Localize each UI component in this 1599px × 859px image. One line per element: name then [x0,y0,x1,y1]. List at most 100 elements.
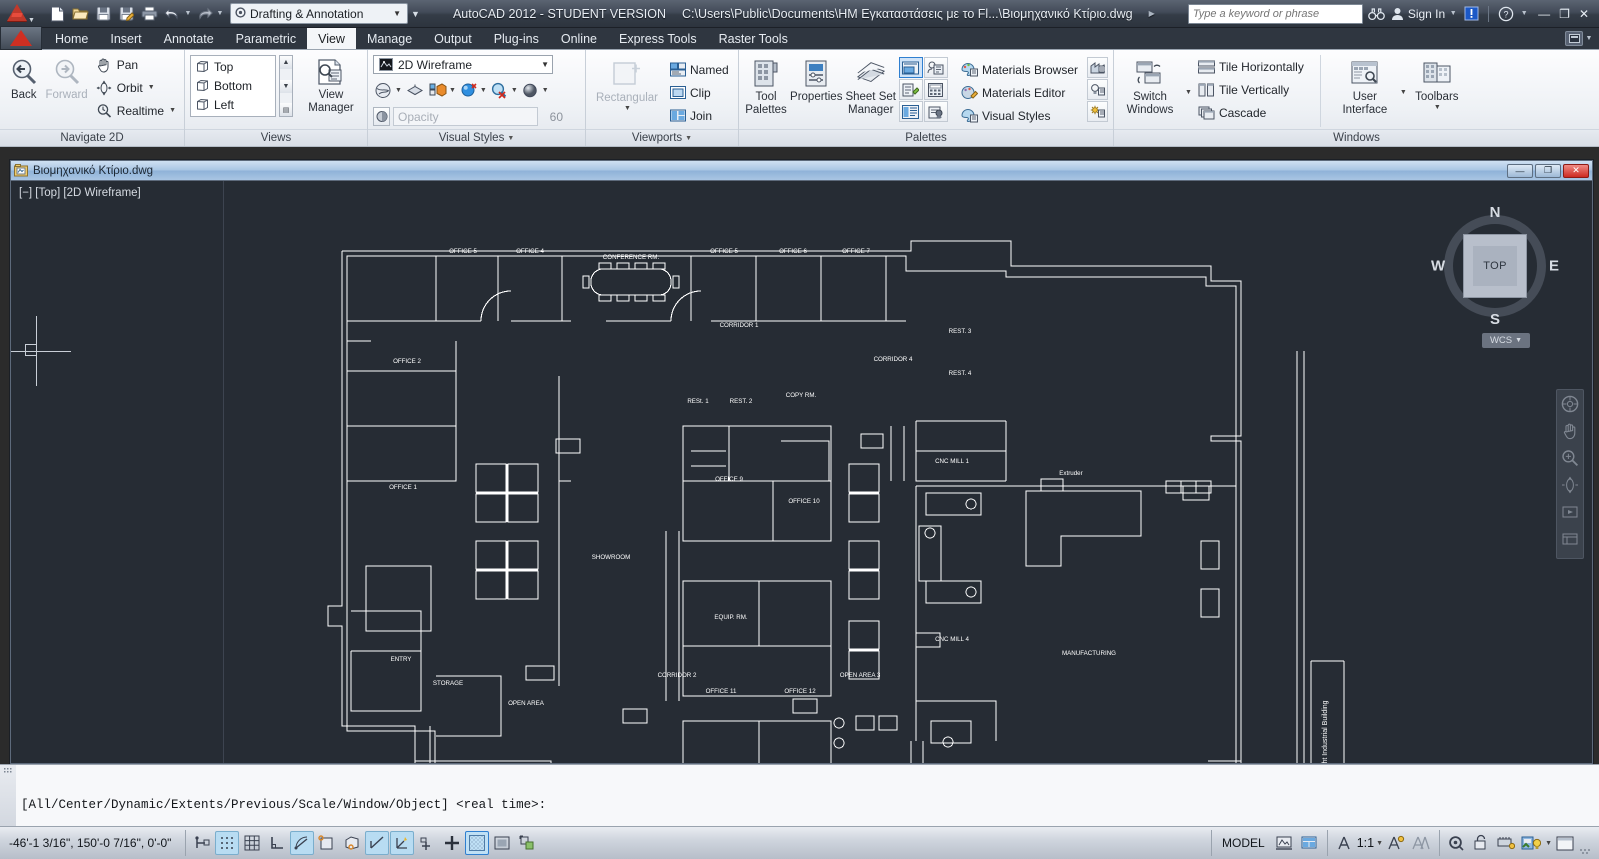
scroll-up-icon[interactable]: ▲ [280,56,292,69]
chevron-down-icon[interactable]: ▼ [507,135,514,142]
rectangular-viewport-button[interactable]: Rectangular ▼ [591,56,663,112]
materials-editor-button[interactable]: Materials Editor [958,81,1081,104]
chevron-down-icon[interactable]: ▼ [624,105,631,112]
join-viewports-button[interactable]: Join [666,104,732,127]
tab-manage[interactable]: Manage [356,28,423,49]
command-line-grip[interactable] [0,765,16,826]
sheet-set-manager-button[interactable]: Sheet Set Manager [844,55,897,116]
view-item-left[interactable]: Left [191,95,275,114]
external-references-button[interactable] [898,57,923,78]
orbit-button[interactable]: Orbit ▼ [93,76,179,99]
view-cube-top-face[interactable]: TOP [1463,234,1527,298]
chevron-down-icon[interactable]: ▼ [685,135,692,142]
chevron-down-icon[interactable]: ▼ [542,87,549,94]
compass-west-label[interactable]: W [1431,258,1445,275]
switch-windows-button[interactable]: Switch Windows [1119,55,1181,116]
chevron-down-icon[interactable]: ▼ [1585,35,1593,42]
chevron-down-icon[interactable]: ▼ [1400,89,1407,96]
open-file-button[interactable] [69,3,91,25]
chevron-down-icon[interactable]: ▼ [1434,104,1441,111]
redo-dropdown-icon[interactable]: ▼ [216,10,224,17]
tile-horizontally-button[interactable]: Tile Horizontally [1195,55,1307,78]
plot-button[interactable] [138,3,160,25]
coordinate-display[interactable]: -46'-1 3/16", 150'-0 7/16", 0'-0" [3,831,183,855]
pan-button[interactable]: Pan [93,53,179,76]
cascade-button[interactable]: Cascade [1195,101,1307,124]
command-line-window[interactable]: [All/Center/Dynamic/Extents/Previous/Sca… [0,764,1599,857]
save-file-button[interactable] [92,3,114,25]
model-space-button[interactable] [1272,831,1296,855]
visual-styles-palette-button[interactable]: Visual Styles [958,104,1081,127]
close-button[interactable]: ✕ [1579,7,1589,21]
sign-in-dropdown-icon[interactable]: ▼ [1449,10,1457,17]
tab-plug-ins[interactable]: Plug-ins [483,28,550,49]
opacity-field[interactable]: Opacity [393,107,538,126]
view-manager-button[interactable]: View Manager [300,53,362,114]
advanced-render-settings-button[interactable] [1087,57,1108,78]
drawing-close-button[interactable]: ✕ [1563,163,1589,178]
named-viewports-button[interactable]: Named [666,58,732,81]
view-cube[interactable]: N S W E TOP [1431,204,1559,328]
tab-online[interactable]: Online [550,28,608,49]
show-lineweight-toggle[interactable] [465,831,489,855]
clean-screen-toggle[interactable] [1553,831,1577,855]
infer-constraints-toggle[interactable] [190,831,214,855]
polar-tracking-toggle[interactable] [290,831,314,855]
dbconnect-button[interactable] [923,57,948,78]
hardware-acceleration-icon[interactable] [1494,831,1518,855]
quick-calc-button[interactable] [923,79,948,100]
tab-insert[interactable]: Insert [99,28,152,49]
layout-space-button[interactable] [1297,831,1321,855]
views-list-scrollbar[interactable]: ▲ ▼ ▤ [279,55,293,117]
object-snap-toggle[interactable] [315,831,339,855]
alert-icon[interactable] [1461,4,1481,24]
chevron-down-icon[interactable]: ▼ [449,87,456,94]
ucs-selector[interactable]: WCS ▼ [1482,333,1530,348]
sun-properties-button[interactable] [1087,101,1108,122]
properties-button[interactable]: Properties [790,55,842,103]
drawing-minimize-button[interactable]: — [1507,163,1533,178]
search-input[interactable] [1192,7,1358,20]
auto-scale-toggle[interactable] [1409,831,1433,855]
lighting-button[interactable]: ▼ [489,80,519,101]
steering-wheel-icon[interactable] [1560,394,1580,414]
3d-object-snap-toggle[interactable] [340,831,364,855]
chevron-down-icon[interactable]: ▼ [390,9,404,18]
view-item-top[interactable]: Top [191,57,275,76]
compass-east-label[interactable]: E [1549,258,1559,275]
xray-effect-button[interactable]: ▼ [373,80,403,101]
snap-mode-toggle[interactable] [215,831,239,855]
back-button[interactable]: Back [5,53,43,101]
floor-plan-drawing[interactable]: OFFICE 5 OFFICE 4 CONFERENCE RM. OFFICE 5 OF… [11,181,1592,763]
toolbar-lock-icon[interactable] [1469,831,1493,855]
annotation-visibility-toggle[interactable] [1384,831,1408,855]
search-box[interactable] [1187,3,1363,24]
zoom-icon[interactable] [1560,448,1580,468]
design-center-button[interactable] [898,101,923,122]
help-dropdown-icon[interactable]: ▼ [1520,10,1528,17]
ribbon-minimize-icon[interactable] [1565,31,1583,46]
chevron-down-icon[interactable]: ▼ [1545,840,1552,847]
chevron-down-icon[interactable]: ▼ [1515,337,1522,344]
drawing-canvas[interactable]: [−] [Top] [2D Wireframe] OFFICE 5 OFFICE… [11,181,1592,763]
materials-browser-button[interactable]: Materials Browser [958,58,1081,81]
content-explorer-button[interactable] [923,101,948,122]
application-menu-button[interactable]: ▼ [2,1,40,27]
navigation-bar[interactable] [1556,389,1584,559]
compass-south-label[interactable]: S [1490,311,1500,328]
chevron-down-icon[interactable]: ▼ [541,60,549,69]
view-item-bottom[interactable]: Bottom [191,76,275,95]
tab-express-tools[interactable]: Express Tools [608,28,708,49]
undo-dropdown-icon[interactable]: ▼ [184,10,192,17]
chevron-down-icon[interactable]: ▼ [480,87,487,94]
chevron-down-icon[interactable]: ▼ [148,84,155,91]
tab-annotate[interactable]: Annotate [153,28,225,49]
undo-button[interactable] [161,3,183,25]
chevron-down-icon[interactable]: ▼ [511,87,518,94]
orbit-icon[interactable] [1560,475,1580,495]
tab-view[interactable]: View [307,28,356,49]
chevron-down-icon[interactable]: ▼ [169,107,176,114]
workspace-switching-icon[interactable] [1444,831,1468,855]
drawing-restore-button[interactable]: ❐ [1535,163,1561,178]
minimize-button[interactable]: — [1538,7,1550,21]
